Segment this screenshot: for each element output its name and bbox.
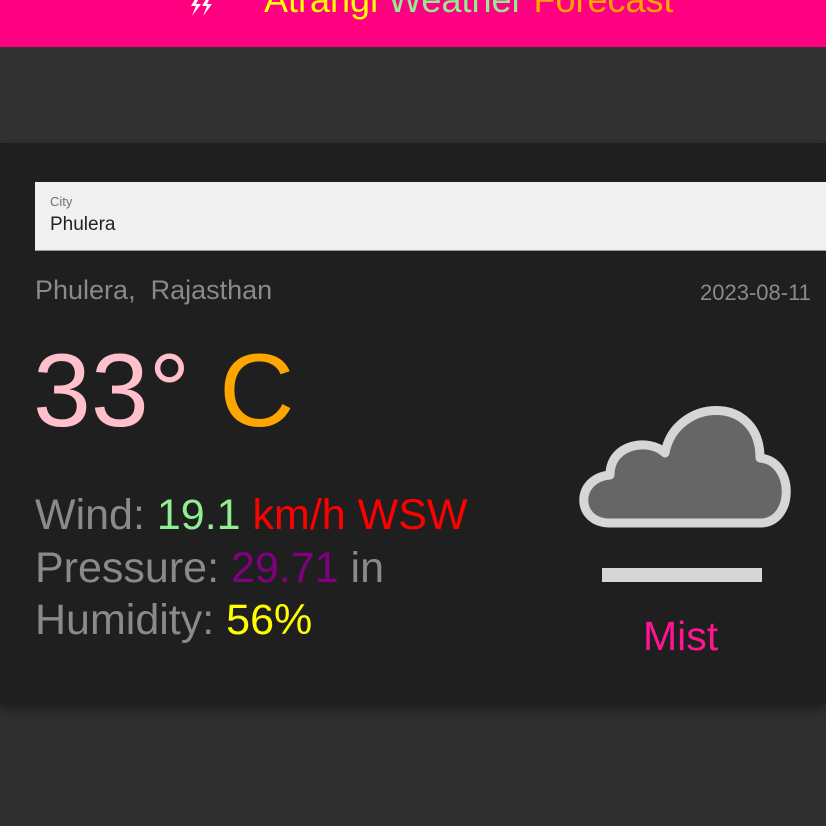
city-input[interactable] <box>50 214 810 236</box>
humidity-value: 56% <box>226 596 313 644</box>
city-field[interactable]: City <box>35 182 826 251</box>
wind-stat: Wind: 19.1 km/h WSW <box>35 489 468 541</box>
app-title-part2: Weather <box>388 0 523 20</box>
lightning-icon <box>191 0 212 16</box>
app-title-part1: Atrangi <box>264 0 378 20</box>
app-title-part3: Forecast <box>534 0 674 20</box>
wind-label: Wind: <box>35 491 145 539</box>
temperature: 33° C <box>33 331 294 451</box>
wind-unit: km/h WSW <box>252 491 468 539</box>
humidity-label: Humidity: <box>35 596 215 644</box>
pressure-value: 29.71 <box>230 544 339 592</box>
app-header: Atrangi Weather Forecast <box>0 0 826 47</box>
temperature-value: 33° <box>33 333 191 449</box>
weather-card: City Phulera, Rajasthan 2023-08-11 33° C… <box>0 143 826 704</box>
pressure-label: Pressure: <box>35 544 220 592</box>
condition-text: Mist <box>643 613 719 659</box>
humidity-stat: Humidity: 56% <box>35 594 312 646</box>
location-city: Phulera, <box>35 275 136 305</box>
location-region: Rajasthan <box>150 275 273 305</box>
pressure-unit: in <box>350 544 384 592</box>
mist-cloud-icon <box>579 406 791 582</box>
app-title: Atrangi Weather Forecast <box>264 0 674 22</box>
wind-value: 19.1 <box>156 491 241 539</box>
forecast-date: 2023-08-11 <box>700 280 811 305</box>
pressure-stat: Pressure: 29.71 in <box>35 542 384 594</box>
location: Phulera, Rajasthan <box>35 275 272 306</box>
temperature-unit: C <box>219 333 295 449</box>
city-field-label: City <box>50 194 73 209</box>
header-band <box>0 47 826 143</box>
